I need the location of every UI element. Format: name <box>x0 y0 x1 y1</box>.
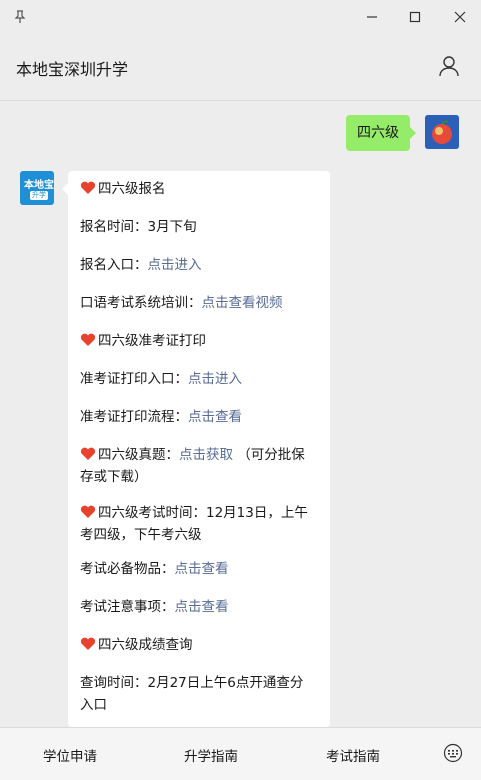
info-line: 存或下载） <box>80 466 320 488</box>
heart-icon <box>80 637 96 650</box>
info-label: 四六级真题： <box>98 447 179 463</box>
bot-message-bubble: 四六级报名 报名时间：3月下旬 报名入口：点击进入 口语考试系统培训：点击查看视… <box>68 171 330 727</box>
user-avatar[interactable] <box>425 115 459 149</box>
info-text: 查询时间：2月27日上午6点开通查分 <box>80 675 304 691</box>
maximize-icon[interactable] <box>404 6 426 28</box>
section-title: 四六级准考证打印 <box>80 330 320 352</box>
info-text: 考四级，下午考六级 <box>80 527 202 543</box>
chat-header: 本地宝深圳升学 <box>0 34 481 100</box>
heart-icon <box>80 447 96 460</box>
past-papers-link[interactable]: 点击获取 <box>179 447 233 463</box>
info-line: 四六级真题：点击获取 （可分批保 <box>80 444 320 466</box>
info-label: 考试必备物品： <box>80 561 175 577</box>
chat-title: 本地宝深圳升学 <box>16 60 129 79</box>
pin-icon[interactable] <box>9 6 31 28</box>
minimize-icon[interactable] <box>361 6 383 28</box>
section-title: 四六级成绩查询 <box>80 634 320 656</box>
info-value: 3月下旬 <box>147 219 197 235</box>
admit-flow-link[interactable]: 点击查看 <box>188 409 242 425</box>
keyboard-icon[interactable] <box>443 743 463 763</box>
section-title-text: 四六级成绩查询 <box>98 637 193 653</box>
info-line: 准考证打印流程：点击查看 <box>80 406 320 428</box>
bottom-menu-bar: 学位申请 升学指南 考试指南 <box>0 728 481 780</box>
user-message-bubble: 四六级 <box>346 115 416 151</box>
info-line: 入口 <box>80 694 320 716</box>
info-label: 口语考试系统培训： <box>80 295 202 311</box>
info-label: 考试注意事项： <box>80 599 175 615</box>
window-titlebar <box>0 0 481 34</box>
heart-icon <box>80 333 96 346</box>
close-icon[interactable] <box>449 6 471 28</box>
info-line: 口语考试系统培训：点击查看视频 <box>80 292 320 314</box>
info-label: 准考证打印流程： <box>80 409 188 425</box>
info-label: 报名时间： <box>80 219 148 235</box>
info-label: 准考证打印入口： <box>80 371 188 387</box>
info-note: 存或下载） <box>80 469 148 485</box>
user-message-text: 四六级 <box>357 125 399 141</box>
info-line: 报名时间：3月下旬 <box>80 216 320 238</box>
menu-admission-guide[interactable]: 升学指南 <box>184 745 238 765</box>
reg-entry-link[interactable]: 点击进入 <box>148 257 202 273</box>
oral-video-link[interactable]: 点击查看视频 <box>202 295 283 311</box>
menu-degree-application[interactable]: 学位申请 <box>43 745 97 765</box>
info-line: 考试注意事项：点击查看 <box>80 596 320 618</box>
info-text: 四六级考试时间：12月13日，上午 <box>98 505 308 521</box>
info-note: （可分批保 <box>237 447 305 463</box>
section-title-text: 四六级报名 <box>98 181 166 197</box>
header-divider <box>0 100 481 101</box>
info-line: 四六级考试时间：12月13日，上午 <box>80 502 320 524</box>
info-label: 报名入口： <box>80 257 148 273</box>
admit-entry-link[interactable]: 点击进入 <box>188 371 242 387</box>
heart-icon <box>80 505 96 518</box>
exam-notes-link[interactable]: 点击查看 <box>175 599 229 615</box>
section-title-text: 四六级准考证打印 <box>98 333 206 349</box>
section-title: 四六级报名 <box>80 178 320 200</box>
menu-exam-guide[interactable]: 考试指南 <box>326 745 380 765</box>
info-line: 考四级，下午考六级 <box>80 524 320 546</box>
heart-icon <box>80 181 96 194</box>
profile-icon[interactable] <box>437 54 461 78</box>
bot-avatar[interactable]: 本地宝 升学 <box>20 171 54 205</box>
info-line: 考试必备物品：点击查看 <box>80 558 320 580</box>
info-text: 入口 <box>80 697 107 713</box>
bot-avatar-line1: 本地宝 <box>24 180 54 191</box>
info-line: 报名入口：点击进入 <box>80 254 320 276</box>
bot-avatar-line2: 升学 <box>30 191 48 200</box>
exam-items-link[interactable]: 点击查看 <box>175 561 229 577</box>
info-line: 查询时间：2月27日上午6点开通查分 <box>80 672 320 694</box>
info-line: 准考证打印入口：点击进入 <box>80 368 320 390</box>
